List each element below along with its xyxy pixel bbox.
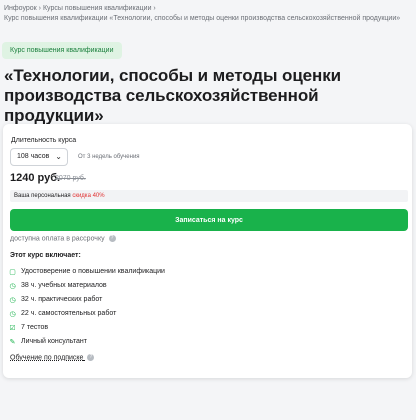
list-item-label: 32 ч. практических работ (21, 296, 103, 303)
duration-note: От 3 недель обучения (78, 154, 140, 160)
list-item-label: 22 ч. самостоятельных работ (21, 310, 117, 317)
clock-icon: ◷ (9, 296, 16, 304)
chevron-down-icon: ⌄ (55, 152, 62, 161)
duration-select[interactable]: 108 часов ⌄ (10, 148, 68, 166)
question-icon[interactable]: ? (108, 235, 116, 242)
checklist-icon: ☑ (9, 324, 16, 332)
list-item: ✎ Личный консультант (9, 335, 165, 349)
certificate-icon: ▢ (9, 268, 16, 276)
list-item: ◷ 32 ч. практических работ (9, 293, 165, 307)
question-icon[interactable]: ? (87, 354, 95, 361)
installment-text: доступна оплата в рассрочку (10, 235, 105, 243)
breadcrumb: Инфоурок › Курсы повышения квалификации … (4, 4, 400, 24)
discount-banner: Ваша персональная скидка 40% (10, 190, 408, 202)
breadcrumb-line-2: Курс повышения квалификации «Технологии,… (4, 15, 401, 22)
list-item-label: Личный консультант (21, 338, 87, 345)
list-item-label: Удостоверение о повышении квалификации (21, 268, 165, 275)
list-item-label: 7 тестов (21, 324, 49, 331)
includes-list: ▢ Удостоверение о повышении квалификации… (9, 265, 165, 349)
includes-heading: Этот курс включает: (10, 252, 81, 259)
duration-label: Длительность курса (11, 137, 77, 144)
list-item-label: 38 ч. учебных материалов (21, 282, 107, 289)
clock-icon: ◷ (9, 310, 16, 318)
discount-prefix: Ваша персональная (14, 193, 73, 199)
installment-note: доступна оплата в рассрочку ? (10, 235, 116, 242)
subscription-text: Обучение по подписке (10, 354, 84, 362)
page-title: «Технологии, способы и методы оценки про… (4, 66, 341, 125)
breadcrumb-line-1[interactable]: Инфоурок › Курсы повышения квалификации … (4, 4, 400, 14)
list-item: ◷ 22 ч. самостоятельных работ (9, 307, 165, 321)
discount-value: скидка 40% (72, 193, 105, 199)
list-item: ☑ 7 тестов (9, 321, 165, 335)
clock-icon: ◷ (9, 282, 16, 290)
duration-select-value: 108 часов (17, 153, 50, 160)
enroll-button[interactable]: Записаться на курс (10, 209, 408, 231)
consultant-icon: ✎ (9, 338, 16, 346)
course-card: Длительность курса 108 часов ⌄ От 3 неде… (3, 124, 412, 378)
course-type-badge: Курс повышения квалификации (2, 42, 122, 59)
list-item: ◷ 38 ч. учебных материалов (9, 279, 165, 293)
old-price: 2070 руб. (55, 175, 86, 182)
price: 1240 руб. (10, 172, 61, 184)
subscription-link[interactable]: Обучение по подписке ? (10, 354, 95, 362)
list-item: ▢ Удостоверение о повышении квалификации (9, 265, 165, 279)
